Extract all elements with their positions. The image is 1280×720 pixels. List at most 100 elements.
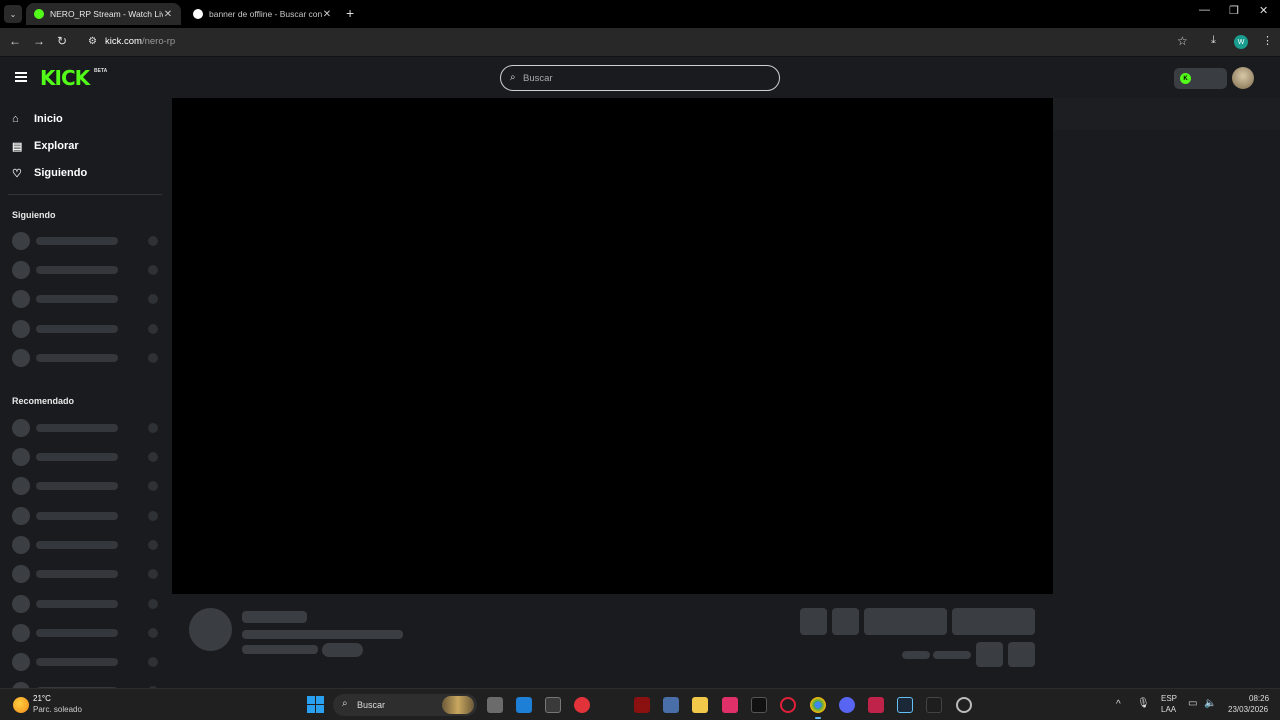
- profile-avatar[interactable]: W: [1234, 35, 1248, 49]
- list-item: [12, 624, 162, 642]
- affinity-icon[interactable]: [868, 697, 884, 713]
- taskbar-search-label: Buscar: [357, 700, 386, 710]
- forward-icon[interactable]: →: [33, 34, 45, 48]
- tag-skeleton: [322, 643, 363, 657]
- discord-icon[interactable]: [839, 697, 855, 713]
- back-icon[interactable]: ←: [9, 34, 21, 48]
- hamburger-menu-icon[interactable]: [15, 72, 27, 82]
- epic-games-icon[interactable]: [545, 697, 561, 713]
- search-input[interactable]: ⌕ Buscar: [500, 65, 780, 91]
- minimize-icon[interactable]: —: [1199, 4, 1210, 16]
- kick-coin-icon: K: [1180, 73, 1191, 84]
- kick-favicon-icon: [34, 9, 44, 19]
- obs-icon[interactable]: [956, 697, 972, 713]
- viewer-count-skeleton: [902, 651, 930, 659]
- weather-icon[interactable]: [13, 697, 29, 713]
- capcut-icon[interactable]: [722, 697, 738, 713]
- weather-temperature: 21°C: [33, 694, 51, 703]
- tab-google-search[interactable]: banner de offline - Buscar con C ✕: [185, 3, 340, 25]
- menu-dots-icon[interactable]: ⋮: [1262, 34, 1273, 47]
- close-icon[interactable]: ✕: [322, 9, 332, 20]
- action-button-skeleton[interactable]: [800, 608, 827, 635]
- url-text: kick.com/nero-rp: [105, 36, 176, 47]
- download-icon[interactable]: ⤓: [1211, 34, 1216, 47]
- user-avatar[interactable]: [1232, 67, 1254, 89]
- language-bottom[interactable]: LAA: [1161, 705, 1176, 714]
- channel-name-skeleton: [242, 611, 307, 623]
- video-player[interactable]: [172, 98, 1053, 594]
- close-icon[interactable]: ✕: [163, 9, 173, 20]
- sidebar-item-inicio[interactable]: ⌂ Inicio: [12, 110, 63, 128]
- kick-logo[interactable]: KICK: [40, 66, 90, 90]
- kick-credits-button[interactable]: K: [1174, 68, 1227, 89]
- search-icon: ⌕: [342, 698, 348, 709]
- task-view-icon[interactable]: [487, 697, 503, 713]
- new-tab-button[interactable]: +: [346, 5, 354, 21]
- list-item: [12, 507, 162, 525]
- channel-avatar: [189, 608, 232, 651]
- clock-time[interactable]: 08:26: [1249, 694, 1269, 703]
- sidebar-item-explorar[interactable]: ▤ Explorar: [12, 137, 79, 155]
- chevron-down-icon: ⌄: [9, 9, 17, 19]
- list-item: [12, 595, 162, 613]
- windows-taskbar: 21°C Parc. soleado ⌕ Buscar ^ 🎙 ESP LAA …: [0, 688, 1280, 720]
- list-item: [12, 349, 162, 367]
- site-settings-icon[interactable]: ⚙: [88, 36, 97, 47]
- tab-kick-stream[interactable]: NERO_RP Stream - Watch Live o ✕: [26, 3, 181, 25]
- calculator-icon[interactable]: [663, 697, 679, 713]
- beta-badge: BETA: [94, 68, 108, 74]
- list-item: [12, 448, 162, 466]
- file-explorer-icon[interactable]: [692, 697, 708, 713]
- subscribe-button-skeleton[interactable]: [864, 608, 947, 635]
- terminal-icon[interactable]: [926, 697, 942, 713]
- microsoft-store-icon[interactable]: [516, 697, 532, 713]
- list-item: [12, 232, 162, 250]
- weather-condition: Parc. soleado: [33, 705, 82, 714]
- reload-icon[interactable]: ↻: [57, 34, 67, 48]
- sidebar-divider: [8, 194, 162, 195]
- record-app-icon[interactable]: [574, 697, 590, 713]
- chevron-up-icon[interactable]: ^: [1116, 699, 1121, 710]
- follow-button-skeleton[interactable]: [952, 608, 1035, 635]
- sidebar-item-siguiendo[interactable]: ♡ Siguiendo: [12, 164, 87, 182]
- taskbar-search[interactable]: ⌕ Buscar: [333, 694, 477, 716]
- maximize-icon[interactable]: ❐: [1229, 4, 1239, 17]
- uptime-skeleton: [933, 651, 971, 659]
- window-close-icon[interactable]: ✕: [1259, 4, 1268, 17]
- more-button-skeleton[interactable]: [1008, 642, 1035, 667]
- address-bar[interactable]: ⚙ kick.com/nero-rp ☆: [80, 31, 1200, 53]
- stream-title-skeleton: [242, 630, 403, 639]
- steam-icon[interactable]: [897, 697, 913, 713]
- list-item: [12, 477, 162, 495]
- browse-icon: ▤: [12, 140, 23, 153]
- sidebar-item-label: Siguiendo: [34, 167, 88, 179]
- list-item: [12, 653, 162, 671]
- sidebar: ⌂ Inicio ▤ Explorar ♡ Siguiendo Siguiend…: [0, 98, 170, 688]
- share-button-skeleton[interactable]: [976, 642, 1003, 667]
- chrome-icon[interactable]: [810, 697, 826, 713]
- search-highlight-icon: [442, 696, 474, 714]
- opera-icon[interactable]: [780, 697, 796, 713]
- network-icon[interactable]: ▭: [1188, 698, 1197, 709]
- bookmark-star-icon[interactable]: ☆: [1177, 34, 1188, 48]
- start-icon[interactable]: [307, 696, 324, 713]
- action-button-skeleton[interactable]: [832, 608, 859, 635]
- heart-icon: ♡: [12, 167, 22, 180]
- chat-header: [1053, 98, 1280, 130]
- sidebar-item-label: Explorar: [34, 140, 79, 152]
- sidebar-item-label: Inicio: [34, 113, 63, 125]
- language-top[interactable]: ESP: [1161, 694, 1177, 703]
- tab-search-button[interactable]: ⌄: [4, 5, 22, 23]
- tab-title: NERO_RP Stream - Watch Live o: [50, 9, 163, 19]
- microphone-icon[interactable]: 🎙: [1137, 698, 1150, 709]
- volume-icon[interactable]: 🔈: [1204, 698, 1216, 709]
- list-item: [12, 261, 162, 279]
- adobe-illustrator-icon[interactable]: [634, 697, 650, 713]
- category-skeleton: [242, 645, 318, 654]
- browser-tab-strip: ⌄ NERO_RP Stream - Watch Live o ✕ banner…: [0, 0, 1280, 28]
- tiktok-icon[interactable]: [751, 697, 767, 713]
- list-item: [12, 290, 162, 308]
- list-item: [12, 565, 162, 583]
- list-item: [12, 419, 162, 437]
- clock-date[interactable]: 23/03/2026: [1228, 705, 1268, 714]
